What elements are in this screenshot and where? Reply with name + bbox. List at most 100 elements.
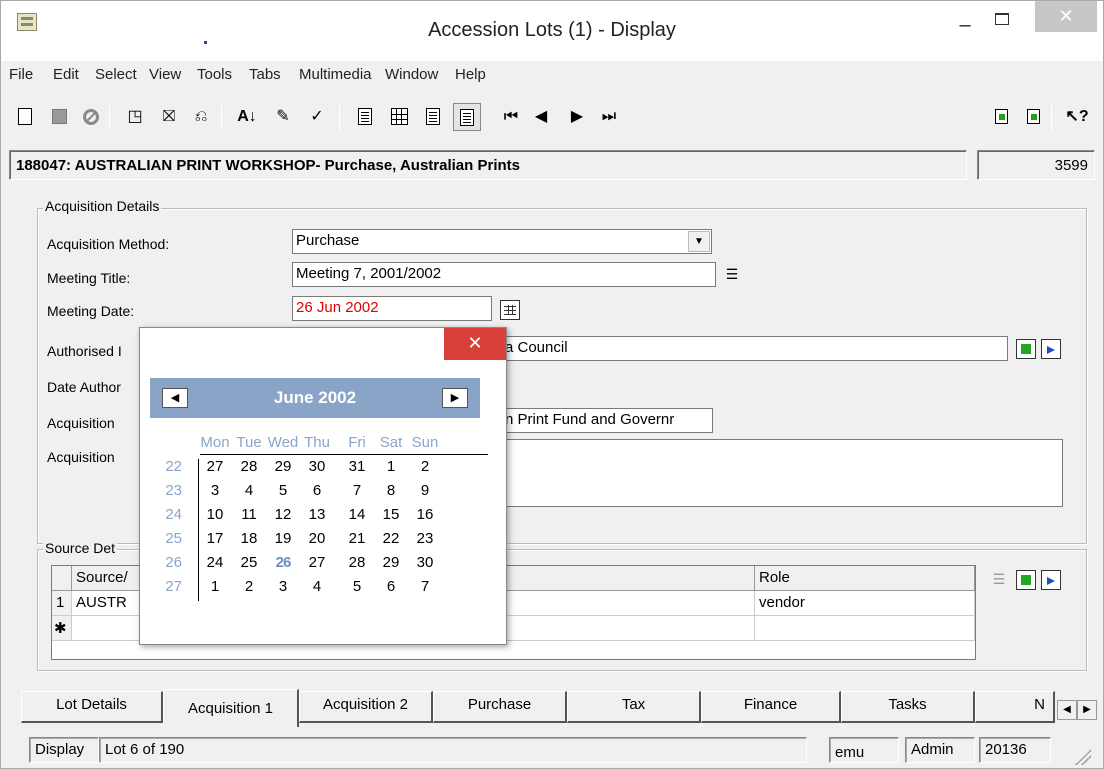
cancel-icon[interactable]: [77, 103, 105, 131]
tab-acquisition-1[interactable]: Acquisition 1: [163, 689, 299, 727]
delete-record-icon[interactable]: ⛝: [155, 103, 183, 131]
minimize-button[interactable]: –: [949, 15, 981, 39]
calendar-day[interactable]: 28: [340, 554, 374, 571]
calendar-day[interactable]: 4: [300, 578, 334, 595]
calendar-day[interactable]: 2: [232, 578, 266, 595]
calendar-day[interactable]: 30: [408, 554, 442, 571]
calendar-day[interactable]: 16: [408, 506, 442, 523]
open-source-icon[interactable]: [1041, 570, 1061, 590]
calendar-day[interactable]: 4: [232, 482, 266, 499]
edit-icon[interactable]: ✎: [269, 103, 297, 131]
image-view-icon[interactable]: [453, 103, 481, 131]
first-record-icon[interactable]: ⏮: [497, 103, 525, 131]
calendar-day[interactable]: 6: [374, 578, 408, 595]
role-cell[interactable]: vendor: [755, 591, 975, 616]
list-view-icon[interactable]: [385, 103, 413, 131]
tab-lot-details[interactable]: Lot Details: [21, 691, 163, 723]
tab-finance[interactable]: Finance: [701, 691, 841, 723]
calendar-day[interactable]: 10: [198, 506, 232, 523]
calendar-day[interactable]: 5: [340, 578, 374, 595]
menu-multimedia[interactable]: Multimedia: [299, 66, 372, 83]
calendar-day[interactable]: 29: [374, 554, 408, 571]
calendar-day[interactable]: 17: [198, 530, 232, 547]
tab-tasks[interactable]: Tasks: [841, 691, 975, 723]
meeting-date-field[interactable]: 26 Jun 2002: [292, 296, 492, 321]
save-icon[interactable]: [45, 103, 73, 131]
previous-record-icon[interactable]: ◀: [527, 103, 555, 131]
calendar-day[interactable]: 24: [198, 554, 232, 571]
calendar-day[interactable]: 5: [266, 482, 300, 499]
calendar-day[interactable]: 30: [300, 458, 334, 475]
tab-purchase[interactable]: Purchase: [433, 691, 567, 723]
calendar-day[interactable]: 15: [374, 506, 408, 523]
calendar-day-selected[interactable]: 26: [266, 554, 300, 571]
menu-file[interactable]: File: [9, 66, 33, 83]
calendar-day[interactable]: 28: [232, 458, 266, 475]
calendar-day[interactable]: 1: [374, 458, 408, 475]
menu-select[interactable]: Select: [95, 66, 137, 83]
menu-edit[interactable]: Edit: [53, 66, 79, 83]
menu-tabs[interactable]: Tabs: [249, 66, 281, 83]
new-document-icon[interactable]: [11, 103, 39, 131]
next-record-icon[interactable]: ▶: [563, 103, 591, 131]
last-record-icon[interactable]: ⏭: [595, 103, 623, 131]
new-role-cell[interactable]: [755, 616, 975, 641]
meeting-title-field[interactable]: Meeting 7, 2001/2002: [292, 262, 716, 287]
calendar-day[interactable]: 18: [232, 530, 266, 547]
add-party-icon[interactable]: [1016, 339, 1036, 359]
calendar-icon[interactable]: [500, 300, 520, 320]
calendar-day[interactable]: 19: [266, 530, 300, 547]
copy-icon[interactable]: [1019, 103, 1047, 131]
select-record-icon[interactable]: ◳: [121, 103, 149, 131]
menu-help[interactable]: Help: [455, 66, 486, 83]
calendar-day[interactable]: 12: [266, 506, 300, 523]
acquisition-method-select[interactable]: Purchase: [292, 229, 712, 254]
calendar-day[interactable]: 3: [266, 578, 300, 595]
menu-tools[interactable]: Tools: [197, 66, 232, 83]
calendar-day[interactable]: 8: [374, 482, 408, 499]
tab-scroll-left-icon[interactable]: ◀: [1057, 700, 1077, 720]
add-source-icon[interactable]: [1016, 570, 1036, 590]
sort-icon[interactable]: A↓: [233, 103, 261, 131]
lookup-list-icon[interactable]: ☰: [989, 570, 1009, 590]
tab-tax[interactable]: Tax: [567, 691, 701, 723]
calendar-day[interactable]: 7: [408, 578, 442, 595]
open-party-icon[interactable]: [1041, 339, 1061, 359]
chevron-down-icon[interactable]: ▼: [688, 231, 710, 252]
close-calendar-button[interactable]: ✕: [444, 328, 506, 360]
calendar-day[interactable]: 22: [374, 530, 408, 547]
calendar-day[interactable]: 14: [340, 506, 374, 523]
details-view-icon[interactable]: [351, 103, 379, 131]
calendar-day[interactable]: 25: [232, 554, 266, 571]
authorised-by-field[interactable]: a Council: [501, 336, 1008, 361]
maximize-button[interactable]: [987, 11, 1017, 35]
calendar-day[interactable]: 1: [198, 578, 232, 595]
tab-scroll-right-icon[interactable]: ▶: [1077, 700, 1097, 720]
calendar-day[interactable]: 2: [408, 458, 442, 475]
spell-check-icon[interactable]: ✓: [303, 103, 331, 131]
calendar-day[interactable]: 13: [300, 506, 334, 523]
calendar-day[interactable]: 7: [340, 482, 374, 499]
title-bar[interactable]: Accession Lots (1) - Display – ✕: [1, 1, 1103, 61]
calendar-day[interactable]: 29: [266, 458, 300, 475]
calendar-day[interactable]: 31: [340, 458, 374, 475]
calendar-day[interactable]: 9: [408, 482, 442, 499]
attach-icon[interactable]: [987, 103, 1015, 131]
tab-acquisition-2[interactable]: Acquisition 2: [299, 691, 433, 723]
undo-record-icon[interactable]: ⎌: [187, 103, 215, 131]
calendar-day[interactable]: 11: [232, 506, 266, 523]
calendar-day[interactable]: 27: [300, 554, 334, 571]
acquisition-notes-field[interactable]: [501, 439, 1063, 507]
calendar-day[interactable]: 3: [198, 482, 232, 499]
help-icon[interactable]: ↖?: [1063, 103, 1091, 131]
menu-window[interactable]: Window: [385, 66, 438, 83]
acquisition-funds-field[interactable]: n Print Fund and Governr: [501, 408, 713, 433]
lookup-list-icon[interactable]: ☰: [722, 265, 742, 285]
menu-view[interactable]: View: [149, 66, 181, 83]
calendar-day[interactable]: 23: [408, 530, 442, 547]
page-view-icon[interactable]: [419, 103, 447, 131]
role-column-header[interactable]: Role: [755, 566, 975, 591]
tab-more[interactable]: N: [975, 691, 1055, 723]
close-window-button[interactable]: ✕: [1035, 1, 1097, 32]
calendar-day[interactable]: 20: [300, 530, 334, 547]
